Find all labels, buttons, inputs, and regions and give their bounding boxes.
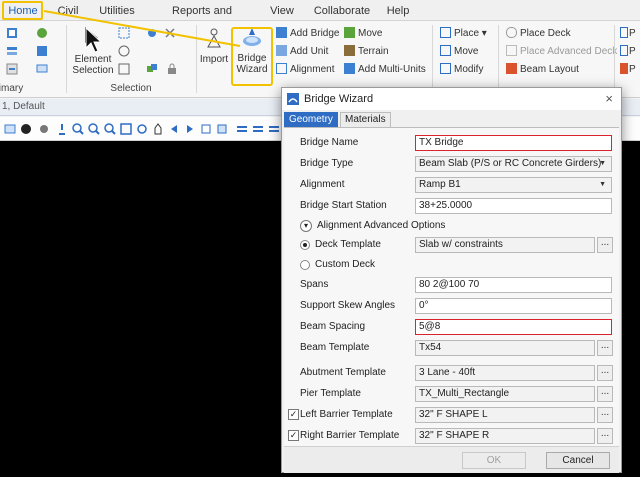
annotation-overlay: [43, 10, 241, 53]
annotation-pointer-line: [43, 10, 241, 47]
mouse-cursor-icon: [85, 26, 103, 53]
